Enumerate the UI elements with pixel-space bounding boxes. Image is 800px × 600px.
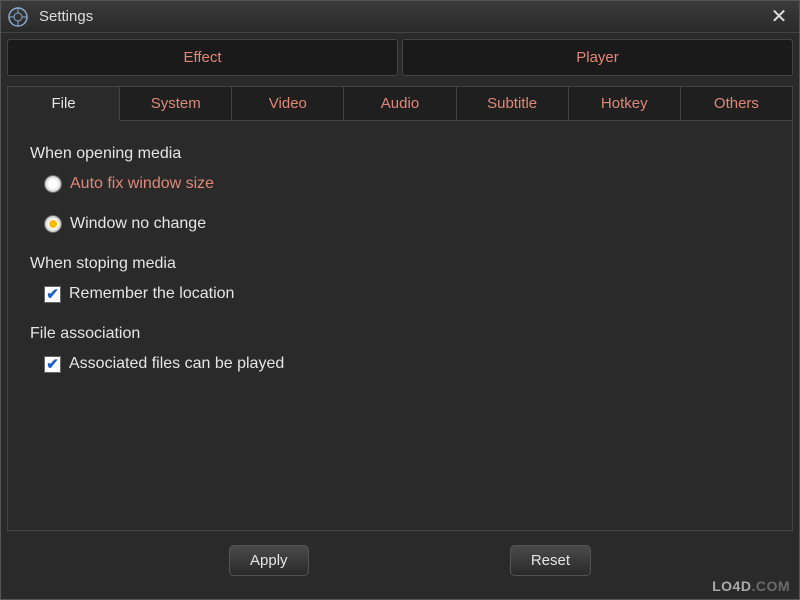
apply-button[interactable]: Apply xyxy=(229,545,309,576)
reset-button[interactable]: Reset xyxy=(510,545,591,576)
subtab-audio[interactable]: Audio xyxy=(344,86,456,121)
sub-tab-row: File System Video Audio Subtitle Hotkey … xyxy=(1,76,799,121)
checkbox-remember[interactable]: ✔ xyxy=(44,286,61,303)
titlebar: Settings ✕ xyxy=(1,1,799,33)
subtab-system[interactable]: System xyxy=(120,86,232,121)
settings-window: Settings ✕ Effect Player File System Vid… xyxy=(0,0,800,600)
subtab-video[interactable]: Video xyxy=(232,86,344,121)
label-remember: Remember the location xyxy=(69,285,234,303)
heading-stopping: When stoping media xyxy=(30,255,770,273)
subtab-hotkey[interactable]: Hotkey xyxy=(569,86,681,121)
option-remember-row: ✔ Remember the location xyxy=(44,285,770,303)
checkbox-assoc[interactable]: ✔ xyxy=(44,356,61,373)
radio-nochange[interactable] xyxy=(44,215,62,233)
watermark: LO4D.COM xyxy=(712,578,790,594)
subtab-file[interactable]: File xyxy=(7,86,120,121)
radio-autofix[interactable] xyxy=(44,175,62,193)
label-autofix: Auto fix window size xyxy=(70,175,214,193)
subtab-subtitle[interactable]: Subtitle xyxy=(457,86,569,121)
watermark-suffix: .COM xyxy=(751,578,790,594)
app-icon xyxy=(7,6,29,28)
heading-opening: When opening media xyxy=(30,145,770,163)
option-nochange-row: Window no change xyxy=(44,215,770,233)
watermark-brand: LO4D xyxy=(712,578,751,594)
button-row: Apply Reset xyxy=(1,537,799,576)
main-tab-row: Effect Player xyxy=(1,33,799,76)
close-button[interactable]: ✕ xyxy=(765,4,793,29)
label-nochange: Window no change xyxy=(70,215,206,233)
content-panel: When opening media Auto fix window size … xyxy=(7,121,793,531)
heading-association: File association xyxy=(30,325,770,343)
tab-effect[interactable]: Effect xyxy=(7,39,398,76)
subtab-others[interactable]: Others xyxy=(681,86,793,121)
label-assoc: Associated files can be played xyxy=(69,355,284,373)
option-assoc-row: ✔ Associated files can be played xyxy=(44,355,770,373)
window-title: Settings xyxy=(39,8,765,25)
option-autofix-row: Auto fix window size xyxy=(44,175,770,193)
tab-player[interactable]: Player xyxy=(402,39,793,76)
